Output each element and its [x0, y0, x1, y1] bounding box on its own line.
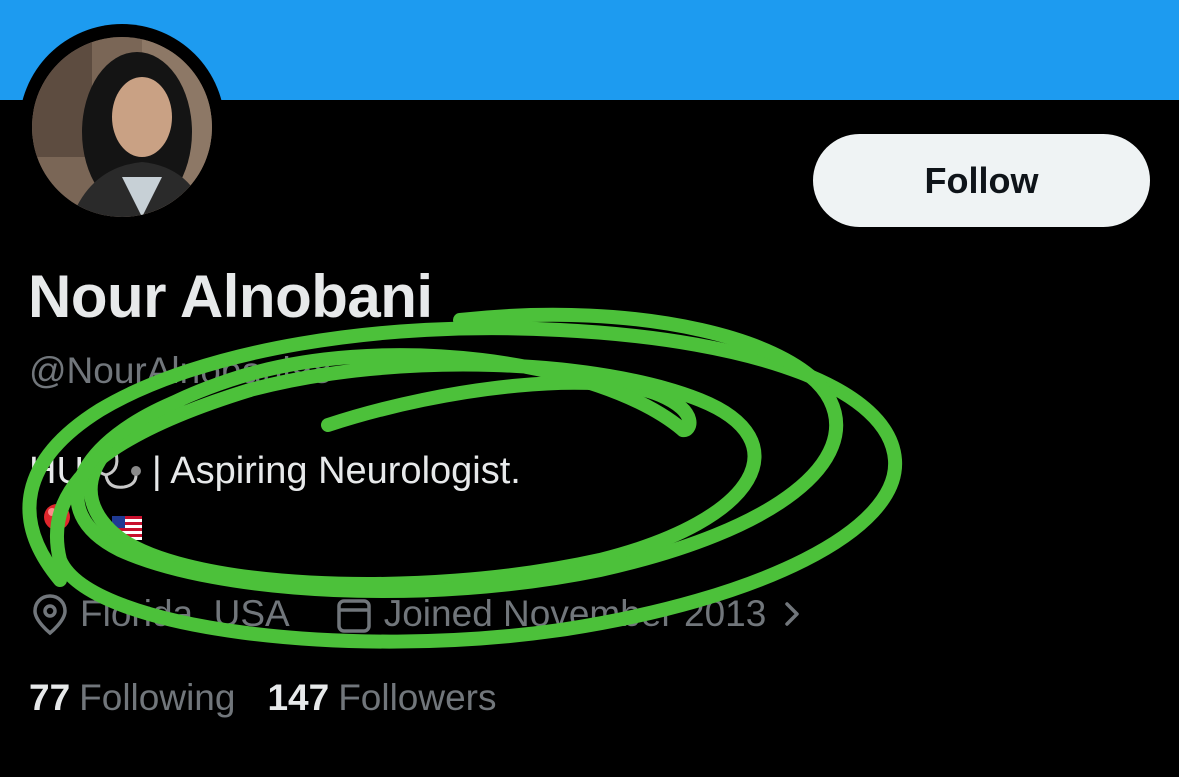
following-label: Following — [79, 677, 236, 718]
stethoscope-emoji — [88, 449, 148, 493]
bio-emoji-line — [40, 502, 142, 559]
profile-meta: Florida, USA Joined November 2013 — [30, 592, 802, 636]
location-text: Florida, USA — [80, 593, 290, 634]
following-link[interactable]: 77 Following — [29, 677, 235, 719]
display-name: Nour Alnobani — [28, 263, 433, 330]
profile-page: Follow Nour Alnobani @NourAlnobani98 HU … — [0, 0, 1179, 777]
location-pin-icon — [33, 594, 67, 636]
user-handle: @NourAlnobani98 — [29, 350, 332, 391]
followers-count: 147 — [267, 677, 330, 718]
bio-text: | Aspiring Neurologist. — [151, 449, 521, 492]
avatar[interactable] — [32, 37, 212, 217]
joined-date: Joined November 2013 — [383, 593, 767, 634]
avatar-photo — [32, 37, 212, 217]
followers-label: Followers — [338, 677, 497, 718]
bio-prefix: HU — [29, 449, 84, 492]
calendar-icon — [336, 599, 371, 633]
bio: HU | Aspiring Neurologist. — [29, 449, 521, 493]
round-pushpin-emoji — [40, 502, 74, 559]
following-count: 77 — [29, 677, 71, 718]
us-flag-emoji — [112, 516, 142, 545]
chevron-right-icon[interactable] — [782, 599, 802, 629]
followers-link[interactable]: 147 Followers — [267, 677, 496, 719]
follow-button[interactable]: Follow — [813, 134, 1150, 227]
follow-stats: 77 Following 147 Followers — [29, 677, 497, 719]
